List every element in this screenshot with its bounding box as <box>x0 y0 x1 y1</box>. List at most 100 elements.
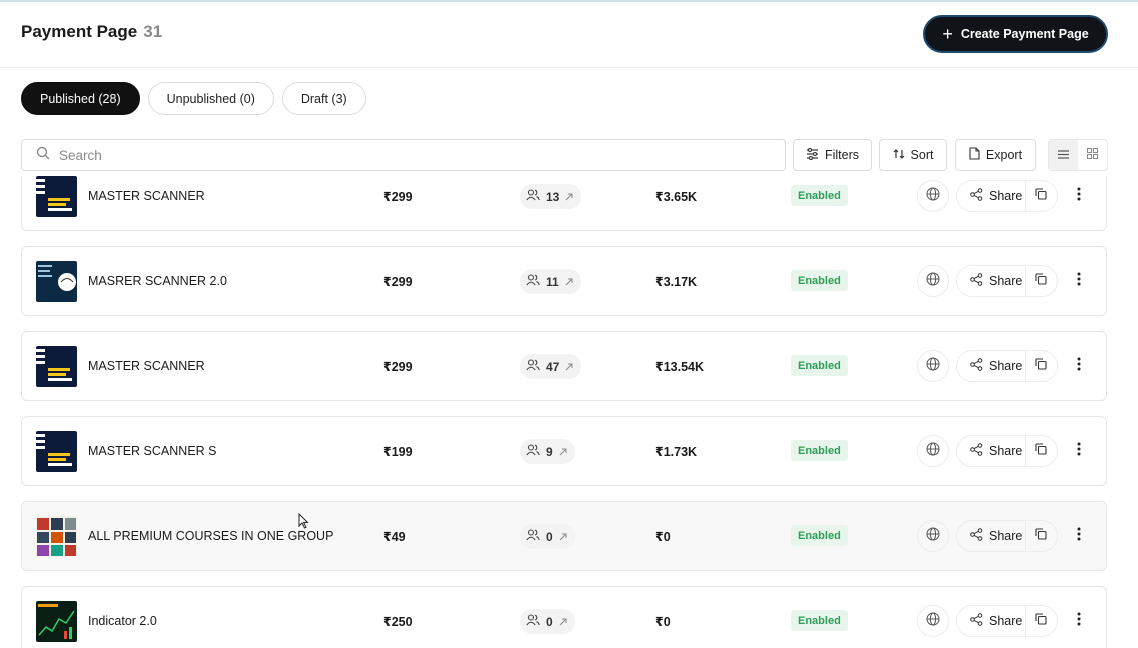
buyers-count-button[interactable]: 0 <box>520 609 575 634</box>
buyers-count-button[interactable]: 13 <box>520 184 582 209</box>
search-input[interactable] <box>59 147 759 163</box>
share-label: Share <box>989 614 1023 628</box>
file-icon <box>969 147 980 163</box>
product-name[interactable]: Indicator 2.0 <box>88 614 157 628</box>
buyers-count-button[interactable]: 11 <box>520 269 581 294</box>
table-row[interactable]: MASRER SCANNER 2.0 ₹299 11 ₹3.17K Enabled Sha… <box>21 246 1107 316</box>
copy-link-button[interactable] <box>1026 357 1057 375</box>
users-icon <box>526 614 540 629</box>
table-row[interactable]: ALL PREMIUM COURSES IN ONE GROUP ₹49 0 ₹0 En… <box>21 501 1107 571</box>
copy-icon <box>1035 612 1047 630</box>
page-header: Payment Page 31 + Create Payment Page <box>0 0 1138 68</box>
share-button[interactable]: Share <box>957 266 1026 296</box>
revenue-value: ₹0 <box>655 615 671 629</box>
share-button[interactable]: Share <box>957 606 1026 636</box>
share-icon <box>970 613 983 629</box>
copy-icon <box>1035 527 1047 545</box>
page-title: Payment Page 31 <box>21 22 162 42</box>
more-options-button[interactable] <box>1067 352 1091 380</box>
users-icon <box>526 359 540 374</box>
product-name[interactable]: MASTER SCANNER S <box>88 444 217 458</box>
filter-icon <box>806 147 819 163</box>
share-button[interactable]: Share <box>957 521 1026 551</box>
view-live-button[interactable] <box>917 265 949 297</box>
copy-link-button[interactable] <box>1026 612 1057 630</box>
status-badge: Enabled <box>791 525 848 546</box>
tab-draft[interactable]: Draft (3) <box>281 82 366 115</box>
arrow-up-right-icon <box>565 190 573 204</box>
status-badge: Enabled <box>791 355 848 376</box>
create-payment-page-button[interactable]: + Create Payment Page <box>923 15 1108 53</box>
tab-label: Unpublished (0) <box>166 91 255 106</box>
share-label: Share <box>989 444 1023 458</box>
share-button[interactable]: Share <box>957 181 1026 211</box>
share-icon <box>970 273 983 289</box>
table-row[interactable]: MASTER SCANNER ₹299 13 ₹3.65K Enabled Share <box>21 176 1107 231</box>
copy-link-button[interactable] <box>1026 187 1057 205</box>
list-icon <box>1058 146 1069 164</box>
view-live-button[interactable] <box>917 435 949 467</box>
share-group: Share <box>956 265 1058 297</box>
buyers-count-button[interactable]: 47 <box>520 354 582 379</box>
grid-icon <box>1087 146 1098 164</box>
share-group: Share <box>956 350 1058 382</box>
more-options-button[interactable] <box>1067 267 1091 295</box>
sort-button[interactable]: Sort <box>879 139 947 171</box>
share-button[interactable]: Share <box>957 436 1026 466</box>
more-vertical-icon <box>1077 272 1081 291</box>
product-price: ₹49 <box>383 530 406 544</box>
mouse-cursor <box>298 512 309 534</box>
grid-view-button[interactable] <box>1078 140 1107 170</box>
copy-link-button[interactable] <box>1026 527 1057 545</box>
tab-published[interactable]: Published (28) <box>21 82 140 115</box>
more-vertical-icon <box>1077 442 1081 461</box>
tab-label: Draft (3) <box>300 91 347 106</box>
view-live-button[interactable] <box>917 350 949 382</box>
copy-link-button[interactable] <box>1026 442 1057 460</box>
copy-icon <box>1035 187 1047 205</box>
view-live-button[interactable] <box>917 520 949 552</box>
product-name[interactable]: ALL PREMIUM COURSES IN ONE GROUP <box>88 529 333 543</box>
list-view-button[interactable] <box>1049 140 1078 170</box>
create-button-label: Create Payment Page <box>960 27 1089 41</box>
more-options-button[interactable] <box>1067 437 1091 465</box>
users-icon <box>526 274 540 289</box>
buyers-count: 9 <box>546 444 553 459</box>
view-live-button[interactable] <box>917 605 949 637</box>
globe-icon <box>926 527 940 546</box>
share-label: Share <box>989 274 1023 288</box>
table-row[interactable]: MASTER SCANNER ₹299 47 ₹13.54K Enabled Share <box>21 331 1107 401</box>
search-icon <box>36 146 50 165</box>
arrow-up-right-icon <box>565 360 573 374</box>
share-label: Share <box>989 189 1023 203</box>
copy-link-button[interactable] <box>1026 272 1057 290</box>
export-button[interactable]: Export <box>955 139 1036 171</box>
more-options-button[interactable] <box>1067 182 1091 210</box>
users-icon <box>526 444 540 459</box>
tab-unpublished[interactable]: Unpublished (0) <box>147 82 274 115</box>
filters-button[interactable]: Filters <box>793 139 872 171</box>
filters-label: Filters <box>824 148 860 162</box>
sort-icon <box>893 148 905 163</box>
buyers-count-button[interactable]: 0 <box>520 524 575 549</box>
product-name[interactable]: MASRER SCANNER 2.0 <box>88 274 227 288</box>
table-row[interactable]: Indicator 2.0 ₹250 0 ₹0 Enabled Share <box>21 586 1107 648</box>
buyers-count: 0 <box>546 529 553 544</box>
export-label: Export <box>985 148 1023 162</box>
globe-icon <box>926 442 940 461</box>
product-name[interactable]: MASTER SCANNER <box>88 189 205 203</box>
globe-icon <box>926 187 940 206</box>
view-live-button[interactable] <box>917 180 949 212</box>
product-name[interactable]: MASTER SCANNER <box>88 359 205 373</box>
table-row[interactable]: MASTER SCANNER S ₹199 9 ₹1.73K Enabled Share <box>21 416 1107 486</box>
product-price: ₹299 <box>383 275 413 289</box>
buyers-count: 47 <box>546 359 560 374</box>
tab-label: Published (28) <box>40 91 121 106</box>
arrow-up-right-icon <box>559 530 567 544</box>
status-badge: Enabled <box>791 270 848 291</box>
page-count: 31 <box>143 22 163 41</box>
more-options-button[interactable] <box>1067 607 1091 635</box>
buyers-count-button[interactable]: 9 <box>520 439 575 464</box>
share-button[interactable]: Share <box>957 351 1026 381</box>
more-options-button[interactable] <box>1067 522 1091 550</box>
